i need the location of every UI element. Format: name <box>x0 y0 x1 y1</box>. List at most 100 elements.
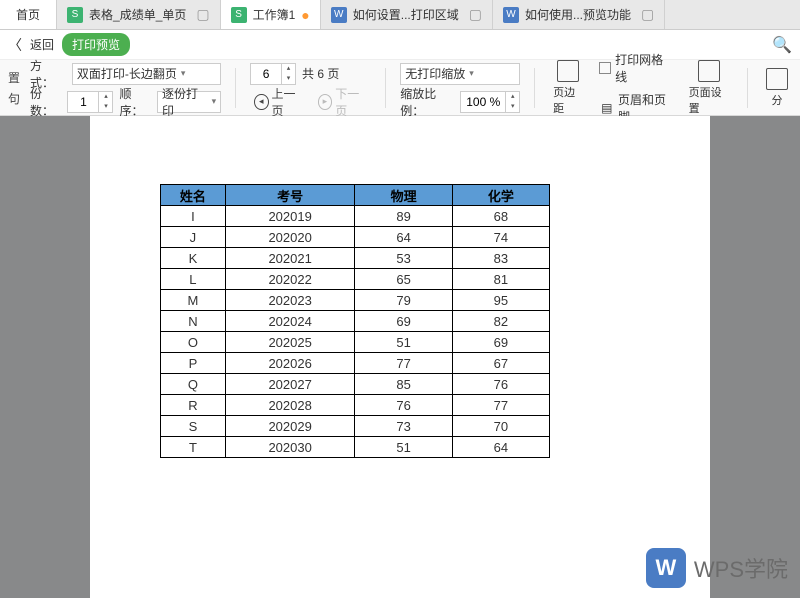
spin-down-icon[interactable]: ▾ <box>505 102 519 112</box>
zoom-input[interactable] <box>461 95 505 109</box>
back-arrow-icon[interactable]: 〈 <box>8 35 22 55</box>
table-cell: M <box>161 290 226 311</box>
options-group: 打印网格线 ▤ 页眉和页脚 <box>597 50 674 126</box>
table-cell: 82 <box>452 311 549 332</box>
caret-down-icon: ▾ <box>181 68 186 79</box>
next-page-button: ▸下一页 <box>314 83 372 121</box>
table-cell: 202030 <box>225 437 355 458</box>
search-icon[interactable]: 🔍 <box>772 35 792 55</box>
caret-down-icon: ▾ <box>212 96 217 107</box>
table-row: R2020287677 <box>161 395 550 416</box>
table-cell: 202028 <box>225 395 355 416</box>
table-cell: 77 <box>452 395 549 416</box>
prev-page-button[interactable]: ◂上一页 <box>250 83 308 121</box>
pagesetup-label: 页面设置 <box>689 84 729 116</box>
gridlines-label: 打印网格线 <box>615 51 673 85</box>
table-cell: J <box>161 227 226 248</box>
table-header: 化学 <box>452 185 549 206</box>
order-label: 顺序： <box>119 85 150 119</box>
sheets-icon: S <box>231 7 247 23</box>
tab-workbook[interactable]: S 工作簿1 ● <box>221 0 321 29</box>
table-cell: 53 <box>355 248 452 269</box>
split-button-cut[interactable]: 分 <box>762 66 792 110</box>
page-input[interactable] <box>251 67 281 81</box>
back-button[interactable]: 返回 <box>30 36 54 53</box>
scale-dropdown[interactable]: 无打印缩放 ▾ <box>400 63 520 85</box>
doc-icon: W <box>503 7 519 23</box>
pagesetup-icon <box>698 60 720 82</box>
preview-canvas: 姓名考号物理化学 I2020198968J2020206474K20202153… <box>0 116 800 598</box>
table-cell: S <box>161 416 226 437</box>
table-cell: 85 <box>355 374 452 395</box>
tab-bar: 首页 S 表格_成绩单_单页 ▢ S 工作簿1 ● W 如何设置...打印区域 … <box>0 0 800 30</box>
table-row: O2020255169 <box>161 332 550 353</box>
table-row: N2020246982 <box>161 311 550 332</box>
split-icon <box>766 68 788 90</box>
tab-restore-icon[interactable]: ▢ <box>196 6 209 23</box>
copies-label: 份数： <box>30 85 61 119</box>
table-cell: R <box>161 395 226 416</box>
unsaved-dot-icon: ● <box>301 7 309 23</box>
page-preview: 姓名考号物理化学 I2020198968J2020206474K20202153… <box>90 116 710 598</box>
divider <box>534 68 535 108</box>
tab-restore-icon[interactable]: ▢ <box>469 6 482 23</box>
divider <box>385 68 386 108</box>
data-table: 姓名考号物理化学 I2020198968J2020206474K20202153… <box>160 184 550 458</box>
table-cell: 64 <box>355 227 452 248</box>
table-cell: 202020 <box>225 227 355 248</box>
tab-sheet1[interactable]: S 表格_成绩单_单页 ▢ <box>57 0 221 29</box>
preview-header: 〈 返回 打印预览 🔍 <box>0 30 800 60</box>
tab-restore-icon[interactable]: ▢ <box>641 6 654 23</box>
cut-label: 置 <box>8 69 20 86</box>
page-spinbox[interactable]: ▴▾ <box>250 63 296 85</box>
spin-up-icon[interactable]: ▴ <box>505 92 519 102</box>
pagesetup-button[interactable]: 页面设置 <box>685 58 733 118</box>
table-row: P2020267767 <box>161 353 550 374</box>
cut-label: 句 <box>8 90 20 107</box>
table-cell: 95 <box>452 290 549 311</box>
tab-doc2[interactable]: W 如何使用...预览功能 ▢ <box>493 0 665 29</box>
headerfooter-icon: ▤ <box>599 100 614 116</box>
doc-icon: W <box>331 7 347 23</box>
sheets-icon: S <box>67 7 83 23</box>
tab-label: 首页 <box>16 6 40 23</box>
mode-dropdown[interactable]: 双面打印-长边翻页 ▾ <box>72 63 221 85</box>
page-total: 共 6 页 <box>302 65 339 82</box>
table-cell: P <box>161 353 226 374</box>
table-cell: 67 <box>452 353 549 374</box>
table-cell: 73 <box>355 416 452 437</box>
copies-spinbox[interactable]: ▴▾ <box>67 91 113 113</box>
table-cell: O <box>161 332 226 353</box>
order-dropdown[interactable]: 逐份打印 ▾ <box>157 91 221 113</box>
tab-home[interactable]: 首页 <box>0 0 57 29</box>
scale-group: 无打印缩放 ▾ 缩放比例： ▴▾ <box>400 62 520 114</box>
margins-button[interactable]: 页边距 <box>549 58 587 118</box>
table-cell: N <box>161 311 226 332</box>
table-cell: 202022 <box>225 269 355 290</box>
split-label: 分 <box>772 92 783 108</box>
table-cell: 77 <box>355 353 452 374</box>
table-cell: Q <box>161 374 226 395</box>
zoom-spinbox[interactable]: ▴▾ <box>460 91 520 113</box>
table-cell: 202021 <box>225 248 355 269</box>
table-cell: 79 <box>355 290 452 311</box>
table-cell: 202027 <box>225 374 355 395</box>
print-mode-group: 方式： 双面打印-长边翻页 ▾ 份数： ▴▾ 顺序： 逐份打印 ▾ <box>30 62 221 114</box>
copies-input[interactable] <box>68 95 98 109</box>
spin-down-icon[interactable]: ▾ <box>98 102 112 112</box>
margins-icon <box>557 60 579 82</box>
divider <box>747 68 748 108</box>
tab-doc1[interactable]: W 如何设置...打印区域 ▢ <box>321 0 493 29</box>
table-cell: 83 <box>452 248 549 269</box>
watermark: W WPS学院 <box>646 548 788 588</box>
gridlines-checkbox[interactable]: 打印网格线 <box>597 50 674 86</box>
table-row: L2020226581 <box>161 269 550 290</box>
spin-up-icon[interactable]: ▴ <box>98 92 112 102</box>
spin-up-icon[interactable]: ▴ <box>281 64 295 74</box>
table-cell: 202029 <box>225 416 355 437</box>
table-header: 物理 <box>355 185 452 206</box>
table-cell: T <box>161 437 226 458</box>
table-cell: I <box>161 206 226 227</box>
table-cell: 69 <box>452 332 549 353</box>
table-row: T2020305164 <box>161 437 550 458</box>
